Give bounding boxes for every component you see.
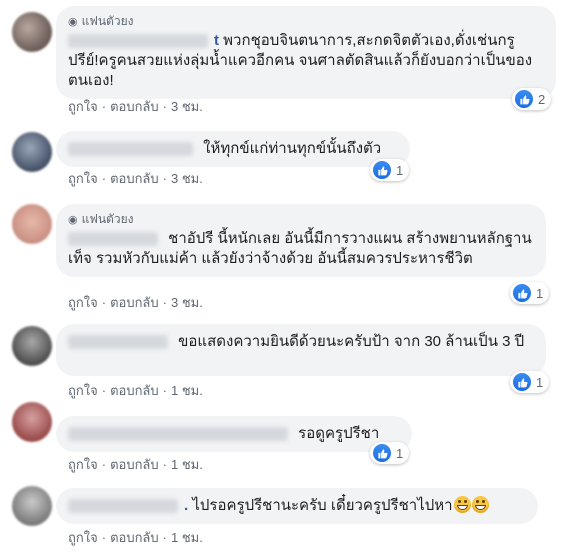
comment-actions: ถูกใจ · ตอบกลับ · 1 ชม. [68,383,203,398]
avatar[interactable] [12,132,52,172]
reply-button[interactable]: ตอบกลับ [110,530,159,545]
comment-actions: ถูกใจ · ตอบกลับ · 1 ชม. [68,457,203,472]
reply-button[interactable]: ตอบกลับ [110,383,159,398]
comment-bubble: ◉ แฟนตัวยง t พวกชุอบจินตนาการ,สะกดจิตตัวเ… [56,6,556,99]
comment-text: รอดูครูปรีชา [298,425,380,442]
author-name-tail[interactable]: . [184,497,188,514]
like-button[interactable]: ถูกใจ [68,530,98,545]
author-name-tail[interactable]: t [214,32,219,49]
reaction-count[interactable]: 1 [370,442,410,464]
avatar[interactable] [12,486,52,526]
timestamp[interactable]: 3 ชม. [171,99,203,114]
timestamp[interactable]: 1 ชม. [171,457,203,472]
author-name[interactable] [68,232,158,247]
like-button[interactable]: ถูกใจ [68,99,98,114]
author-name[interactable] [68,427,288,442]
comment-actions: ถูกใจ · ตอบกลับ · 3 ชม. [68,99,203,114]
reaction-number: 1 [396,445,404,461]
comment-bubble: ◉ แฟนตัวยง ชาอัปรี นี้หนักเลย อันนี้มีการ… [56,204,546,277]
comment-bubble: ให้ทุกข์แก่ท่านทุกข์นั้นถึงตัว [56,131,410,167]
reaction-count[interactable]: 1 [510,371,550,393]
fan-badge-icon: ◉ [68,214,78,226]
avatar[interactable] [12,204,52,244]
reaction-number: 1 [536,285,544,301]
timestamp[interactable]: 1 ชม. [171,530,203,545]
comment-text: ไปรอครูปรีชานะครับ เดี๋ยวครูปรีชาไปหา [192,497,453,514]
author-name[interactable] [68,34,208,49]
avatar[interactable] [12,12,52,52]
like-button[interactable]: ถูกใจ [68,171,98,186]
reaction-count[interactable]: 1 [510,282,550,304]
fan-badge: ◉ แฟนตัวยง [68,212,534,227]
reaction-count[interactable]: 2 [512,88,552,110]
reply-button[interactable]: ตอบกลับ [110,457,159,472]
author-name[interactable] [68,335,168,350]
comment-bubble: รอดูครูปรีชา [56,416,412,452]
comment-text: ให้ทุกข์แก่ท่านทุกข์นั้นถึงตัว [203,140,382,157]
like-reaction-icon [514,89,534,109]
like-button[interactable]: ถูกใจ [68,383,98,398]
reply-button[interactable]: ตอบกลับ [110,99,159,114]
timestamp[interactable]: 3 ชม. [171,295,203,310]
fan-badge-icon: ◉ [68,16,78,28]
reaction-number: 1 [536,374,544,390]
author-name[interactable] [68,499,178,514]
timestamp[interactable]: 3 ชม. [171,171,203,186]
reaction-number: 2 [538,91,546,107]
author-name[interactable] [68,142,193,157]
like-reaction-icon [372,160,392,180]
like-button[interactable]: ถูกใจ [68,457,98,472]
comment-bubble: . ไปรอครูปรีชานะครับ เดี๋ยวครูปรีชาไปหา [56,488,538,524]
grinning-face-emoji-icon [453,496,471,513]
comment-text: ขอแสดงความยินดีด้วยนะครับป้า จาก 30 ล้าน… [178,333,525,350]
fan-badge-label: แฟนตัวยง [81,14,134,28]
like-reaction-icon [512,283,532,303]
timestamp[interactable]: 1 ชม. [171,383,203,398]
like-reaction-icon [512,372,532,392]
comment-actions: ถูกใจ · ตอบกลับ · 3 ชม. [68,295,203,310]
reply-button[interactable]: ตอบกลับ [110,171,159,186]
avatar[interactable] [12,402,52,442]
fan-badge-label: แฟนตัวยง [81,212,134,226]
reaction-number: 1 [396,162,404,178]
comment-actions: ถูกใจ · ตอบกลับ · 1 ชม. [68,530,203,545]
like-reaction-icon [372,443,392,463]
comment-actions: ถูกใจ · ตอบกลับ · 3 ชม. [68,171,203,186]
reply-button[interactable]: ตอบกลับ [110,295,159,310]
like-button[interactable]: ถูกใจ [68,295,98,310]
reaction-count[interactable]: 1 [370,159,410,181]
grinning-face-emoji-icon [471,496,489,513]
avatar[interactable] [12,326,52,366]
comment-bubble: ขอแสดงความยินดีด้วยนะครับป้า จาก 30 ล้าน… [56,324,546,376]
fan-badge: ◉ แฟนตัวยง [68,14,544,29]
